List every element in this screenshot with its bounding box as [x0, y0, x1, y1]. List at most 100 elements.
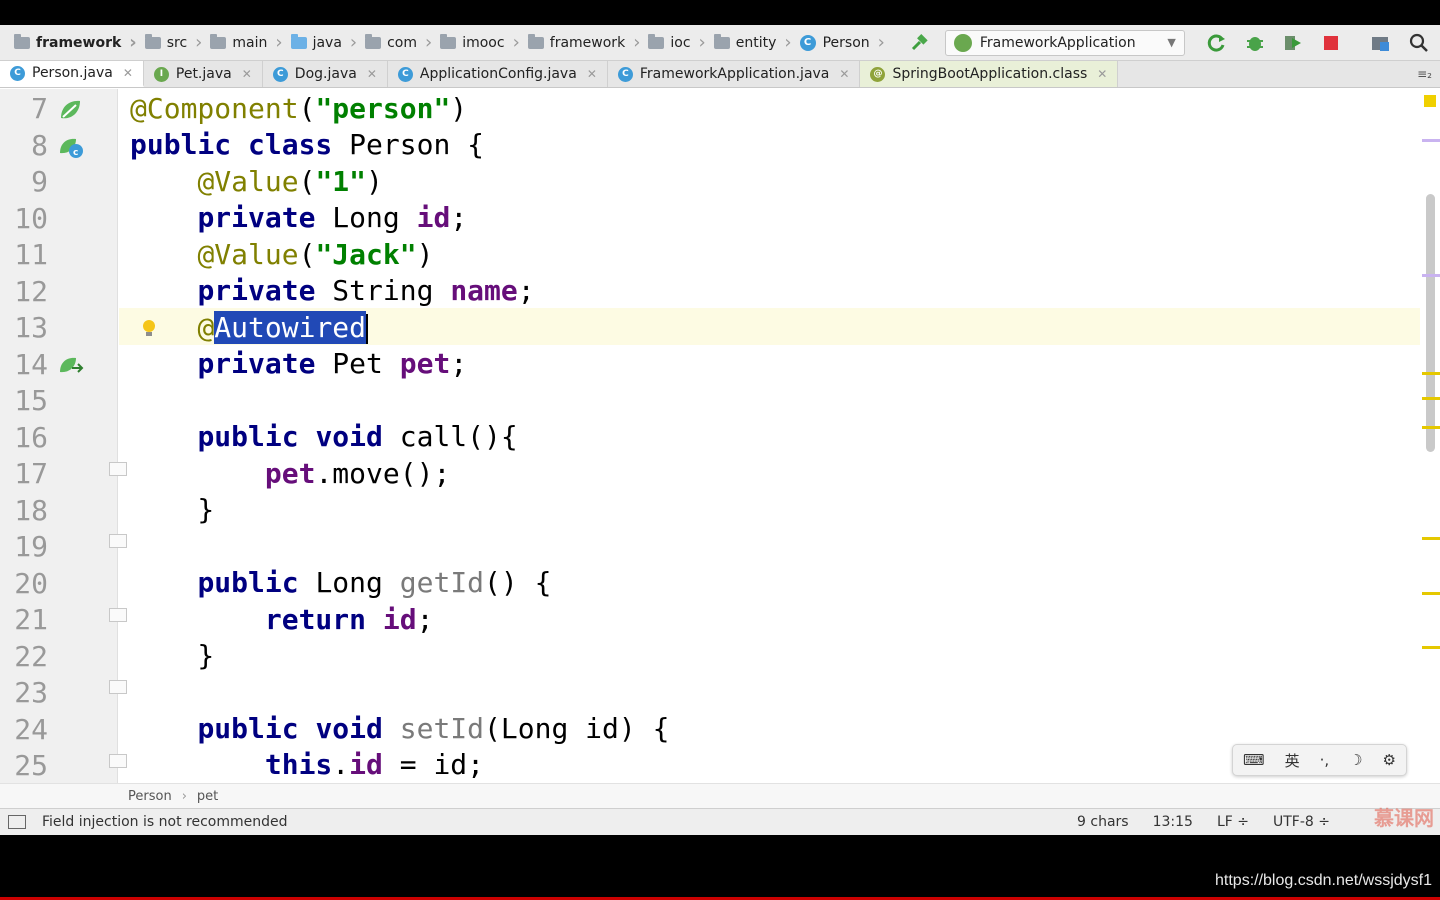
- stripe-mark[interactable]: [1422, 537, 1440, 540]
- package-icon: [648, 33, 665, 49]
- file-encoding-select[interactable]: UTF-8 ÷: [1273, 814, 1330, 830]
- line-number: 23: [14, 676, 48, 709]
- tab-label: Pet.java: [175, 66, 232, 82]
- spring-boot-icon: [953, 33, 972, 52]
- chevron-right-icon: ›: [425, 31, 433, 53]
- close-icon[interactable]: ✕: [839, 67, 849, 81]
- bottom-black-bar: https://blog.csdn.net/wssjdysf1: [0, 835, 1440, 900]
- chevron-right-icon: ›: [181, 788, 187, 804]
- search-icon[interactable]: [1405, 29, 1433, 57]
- file-type-icon: I: [153, 66, 169, 82]
- status-bar: Field injection is not recommended 9 cha…: [0, 806, 1440, 835]
- file-type-icon: @: [870, 66, 886, 82]
- tab-dog-java[interactable]: C Dog.java ✕: [262, 61, 388, 87]
- close-icon[interactable]: ✕: [242, 67, 252, 81]
- chevron-right-icon: ›: [698, 31, 706, 53]
- nav-crumb-java[interactable]: java ›: [290, 25, 366, 61]
- module-folder-icon: [14, 33, 30, 49]
- chevron-right-icon: ›: [784, 31, 792, 53]
- nav-crumb-imooc[interactable]: imooc ›: [440, 25, 528, 61]
- punctuation-icon[interactable]: ·,: [1320, 751, 1330, 769]
- autowired-navigation-icon[interactable]: [58, 354, 84, 378]
- code-line: }: [130, 639, 215, 672]
- code-line-current: @Autowired: [197, 311, 369, 344]
- line-number: 8: [31, 128, 48, 162]
- stripe-mark[interactable]: [1422, 139, 1440, 142]
- stripe-mark[interactable]: [1422, 646, 1440, 649]
- fold-marker[interactable]: [109, 534, 127, 548]
- fold-marker[interactable]: [109, 608, 127, 622]
- code-line: public void setId(Long id) {: [197, 712, 670, 745]
- tool-windows-toggle-icon[interactable]: [8, 815, 26, 829]
- tab-person-java[interactable]: C Person.java ✕: [0, 61, 144, 87]
- gear-icon[interactable]: ⚙: [1383, 751, 1396, 769]
- tab-label: Person.java: [32, 65, 113, 81]
- file-type-icon: C: [272, 66, 288, 82]
- code-editor[interactable]: c 7 8 9 10 11 12 13 14 15 16 17 18 19 20 21 22 23 24 25 @C…: [0, 89, 1440, 783]
- line-number: 7: [31, 92, 48, 125]
- line-number: 18: [14, 493, 48, 527]
- stripe-mark[interactable]: [1422, 397, 1440, 400]
- fold-marker[interactable]: [109, 680, 127, 694]
- tab-pet-java[interactable]: I Pet.java ✕: [143, 61, 263, 87]
- stripe-mark[interactable]: [1422, 274, 1440, 277]
- tab-applicationconfig-java[interactable]: C ApplicationConfig.java ✕: [387, 61, 608, 87]
- moon-icon[interactable]: ☽: [1349, 751, 1362, 769]
- keyboard-icon[interactable]: ⌨: [1243, 751, 1265, 769]
- editor-tabs: C Person.java ✕ I Pet.java ✕ C Dog.java ✕ C Applic…: [0, 61, 1440, 88]
- fold-marker[interactable]: [109, 754, 127, 768]
- warning-indicator[interactable]: [1424, 95, 1436, 107]
- stripe-mark[interactable]: [1422, 372, 1440, 375]
- caret-position[interactable]: 13:15: [1153, 814, 1193, 830]
- nav-crumb-entity[interactable]: entity ›: [713, 25, 800, 61]
- fold-marker[interactable]: [109, 462, 127, 476]
- file-type-icon: C: [10, 65, 25, 81]
- line-number: 22: [14, 639, 48, 673]
- tab-label: SpringBootApplication.class: [892, 66, 1088, 82]
- close-icon[interactable]: ✕: [1097, 67, 1107, 81]
- breadcrumb-field[interactable]: pet: [197, 789, 218, 804]
- nav-crumb-label: java: [312, 34, 342, 51]
- build-hammer-icon[interactable]: [909, 33, 929, 53]
- nav-crumb-framework[interactable]: framework ›: [527, 25, 649, 61]
- run-configuration-select[interactable]: FrameworkApplication ▼: [944, 29, 1185, 56]
- run-with-coverage-icon[interactable]: [1279, 29, 1307, 57]
- spring-bean-icon[interactable]: [58, 98, 84, 122]
- breadcrumb-class[interactable]: Person: [128, 789, 172, 804]
- nav-crumb-label: com: [387, 34, 418, 51]
- package-icon: [365, 33, 382, 49]
- nav-crumb-main[interactable]: main ›: [210, 25, 290, 61]
- stop-icon[interactable]: [1317, 29, 1345, 57]
- tabs-overflow-menu[interactable]: ≡₂: [1409, 61, 1440, 87]
- scrollbar-thumb[interactable]: [1426, 194, 1435, 452]
- spring-bean-class-icon[interactable]: c: [58, 135, 84, 159]
- nav-crumb-com[interactable]: com ›: [365, 25, 440, 61]
- stripe-mark[interactable]: [1422, 426, 1440, 429]
- close-icon[interactable]: ✕: [367, 67, 377, 81]
- nav-crumb-label: main: [232, 34, 268, 51]
- debug-bug-icon[interactable]: [1241, 29, 1269, 57]
- nav-crumb-ioc[interactable]: ioc ›: [648, 25, 713, 61]
- error-stripe[interactable]: [1420, 89, 1440, 783]
- line-separator-select[interactable]: LF ÷: [1217, 814, 1249, 830]
- line-number: 17: [14, 457, 48, 490]
- selection-char-count: 9 chars: [1077, 814, 1129, 830]
- stripe-mark[interactable]: [1422, 592, 1440, 595]
- editor-gutter[interactable]: c 7 8 9 10 11 12 13 14 15 16 17 18 19 20 21 22 23 24 25: [0, 89, 127, 783]
- close-icon[interactable]: ✕: [123, 66, 133, 80]
- file-type-icon: C: [617, 66, 633, 82]
- nav-crumb-person[interactable]: C Person ›: [799, 25, 893, 61]
- input-method-toolbar[interactable]: ⌨ 英 ·, ☽ ⚙: [1232, 744, 1407, 776]
- tab-springbootapplication-class[interactable]: @ SpringBootApplication.class ✕: [860, 61, 1119, 87]
- nav-crumb-src[interactable]: src ›: [144, 25, 211, 61]
- nav-crumb-framework[interactable]: framework ›: [14, 25, 145, 61]
- line-number: 9: [31, 165, 48, 198]
- ime-english-mode[interactable]: 英: [1285, 750, 1300, 771]
- chevron-right-icon: ›: [877, 31, 885, 53]
- chevron-right-icon: ›: [512, 31, 520, 53]
- tab-label: Dog.java: [294, 66, 357, 82]
- project-structure-icon[interactable]: [1367, 29, 1395, 57]
- rerun-icon[interactable]: [1203, 29, 1231, 57]
- tab-frameworkapplication-java[interactable]: C FrameworkApplication.java ✕: [607, 61, 861, 87]
- close-icon[interactable]: ✕: [587, 67, 597, 81]
